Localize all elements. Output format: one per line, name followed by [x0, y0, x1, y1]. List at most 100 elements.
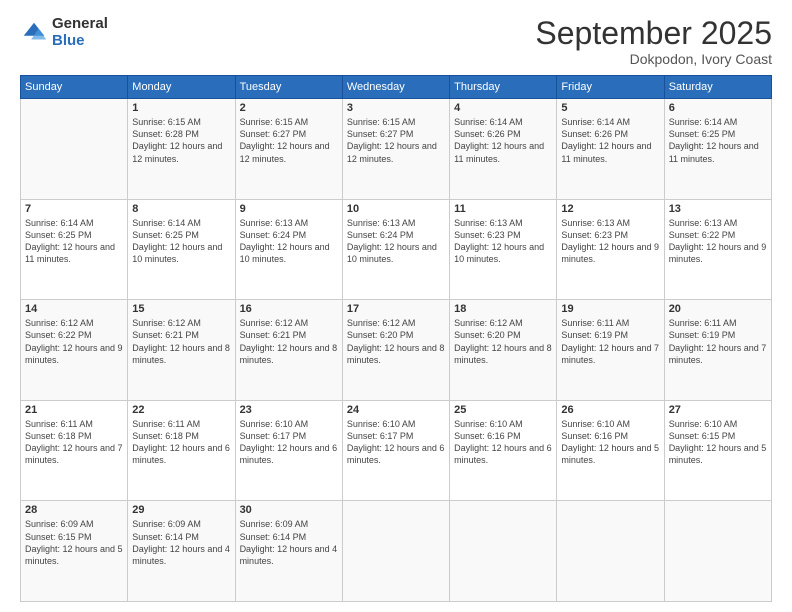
day-number: 17: [347, 303, 445, 315]
cell-info: Sunrise: 6:14 AM Sunset: 6:26 PM Dayligh…: [454, 116, 552, 165]
location: Dokpodon, Ivory Coast: [535, 51, 772, 67]
table-row: [557, 501, 664, 602]
week-row-1: 1Sunrise: 6:15 AM Sunset: 6:28 PM Daylig…: [21, 99, 772, 200]
cell-info: Sunrise: 6:13 AM Sunset: 6:24 PM Dayligh…: [347, 217, 445, 266]
cell-info: Sunrise: 6:10 AM Sunset: 6:15 PM Dayligh…: [669, 418, 767, 467]
logo-general-text: General: [52, 16, 108, 33]
cell-info: Sunrise: 6:12 AM Sunset: 6:20 PM Dayligh…: [454, 317, 552, 366]
cell-info: Sunrise: 6:10 AM Sunset: 6:17 PM Dayligh…: [347, 418, 445, 467]
day-number: 13: [669, 203, 767, 215]
week-row-2: 7 Sunrise: 6:14 AM Sunset: 6:25 PM Daylig…: [21, 199, 772, 300]
table-row: 23Sunrise: 6:10 AM Sunset: 6:17 PM Dayli…: [235, 400, 342, 501]
day-number: 9: [240, 203, 338, 215]
cell-info: Sunrise: 6:13 AM Sunset: 6:23 PM Dayligh…: [561, 217, 659, 266]
table-row: [342, 501, 449, 602]
table-row: 9Sunrise: 6:13 AM Sunset: 6:24 PM Daylig…: [235, 199, 342, 300]
header-thursday: Thursday: [450, 76, 557, 99]
logo-icon: [20, 19, 48, 47]
cell-info: Sunrise: 6:11 AM Sunset: 6:18 PM Dayligh…: [132, 418, 230, 467]
day-number: 26: [561, 404, 659, 416]
table-row: 5Sunrise: 6:14 AM Sunset: 6:26 PM Daylig…: [557, 99, 664, 200]
cell-info: Sunrise: 6:13 AM Sunset: 6:23 PM Dayligh…: [454, 217, 552, 266]
day-number: 15: [132, 303, 230, 315]
day-number: 22: [132, 404, 230, 416]
table-row: [450, 501, 557, 602]
day-number: 7: [25, 203, 123, 215]
table-row: [21, 99, 128, 200]
header-wednesday: Wednesday: [342, 76, 449, 99]
table-row: 22 Sunrise: 6:11 AM Sunset: 6:18 PM Dayli…: [128, 400, 235, 501]
table-row: 7Sunrise: 6:14 AM Sunset: 6:25 PM Daylig…: [21, 199, 128, 300]
table-row: 26 Sunrise: 6:10 AM Sunset: 6:16 PM Dayli…: [557, 400, 664, 501]
cell-info: Sunrise: 6:09 AM Sunset: 6:15 PM Dayligh…: [25, 518, 123, 567]
day-number: 4: [454, 102, 552, 114]
table-row: 6 Sunrise: 6:14 AM Sunset: 6:25 PM Daylig…: [664, 99, 771, 200]
day-number: 10: [347, 203, 445, 215]
cell-info: Sunrise: 6:14 AM Sunset: 6:25 PM Dayligh…: [669, 116, 767, 165]
cell-info: Sunrise: 6:12 AM Sunset: 6:20 PM Dayligh…: [347, 317, 445, 366]
header-tuesday: Tuesday: [235, 76, 342, 99]
page: General Blue September 2025 Dokpodon, Iv…: [0, 0, 792, 612]
week-row-3: 14 Sunrise: 6:12 AM Sunset: 6:22 PM Dayli…: [21, 300, 772, 401]
calendar-table: Sunday Monday Tuesday Wednesday Thursday…: [20, 75, 772, 602]
cell-info: Sunrise: 6:12 AM Sunset: 6:21 PM Dayligh…: [240, 317, 338, 366]
table-row: 21Sunrise: 6:11 AM Sunset: 6:18 PM Dayli…: [21, 400, 128, 501]
day-number: 14: [25, 303, 123, 315]
day-number: 6: [669, 102, 767, 114]
day-number: 20: [669, 303, 767, 315]
day-number: 3: [347, 102, 445, 114]
weekday-header-row: Sunday Monday Tuesday Wednesday Thursday…: [21, 76, 772, 99]
header-saturday: Saturday: [664, 76, 771, 99]
cell-info: Sunrise: 6:10 AM Sunset: 6:17 PM Dayligh…: [240, 418, 338, 467]
cell-info: Sunrise: 6:12 AM Sunset: 6:22 PM Dayligh…: [25, 317, 123, 366]
day-number: 11: [454, 203, 552, 215]
table-row: 16 Sunrise: 6:12 AM Sunset: 6:21 PM Dayli…: [235, 300, 342, 401]
cell-info: Sunrise: 6:15 AM Sunset: 6:28 PM Dayligh…: [132, 116, 230, 165]
table-row: 18 Sunrise: 6:12 AM Sunset: 6:20 PM Dayli…: [450, 300, 557, 401]
table-row: 8 Sunrise: 6:14 AM Sunset: 6:25 PM Daylig…: [128, 199, 235, 300]
day-number: 2: [240, 102, 338, 114]
cell-info: Sunrise: 6:15 AM Sunset: 6:27 PM Dayligh…: [240, 116, 338, 165]
cell-info: Sunrise: 6:09 AM Sunset: 6:14 PM Dayligh…: [240, 518, 338, 567]
table-row: 12 Sunrise: 6:13 AM Sunset: 6:23 PM Dayli…: [557, 199, 664, 300]
day-number: 12: [561, 203, 659, 215]
day-number: 28: [25, 504, 123, 516]
header: General Blue September 2025 Dokpodon, Iv…: [20, 16, 772, 67]
table-row: 15 Sunrise: 6:12 AM Sunset: 6:21 PM Dayli…: [128, 300, 235, 401]
day-number: 8: [132, 203, 230, 215]
table-row: 27 Sunrise: 6:10 AM Sunset: 6:15 PM Dayli…: [664, 400, 771, 501]
header-sunday: Sunday: [21, 76, 128, 99]
day-number: 18: [454, 303, 552, 315]
cell-info: Sunrise: 6:15 AM Sunset: 6:27 PM Dayligh…: [347, 116, 445, 165]
header-monday: Monday: [128, 76, 235, 99]
cell-info: Sunrise: 6:10 AM Sunset: 6:16 PM Dayligh…: [454, 418, 552, 467]
title-block: September 2025 Dokpodon, Ivory Coast: [535, 16, 772, 67]
cell-info: Sunrise: 6:09 AM Sunset: 6:14 PM Dayligh…: [132, 518, 230, 567]
table-row: 29Sunrise: 6:09 AM Sunset: 6:14 PM Dayli…: [128, 501, 235, 602]
cell-info: Sunrise: 6:12 AM Sunset: 6:21 PM Dayligh…: [132, 317, 230, 366]
table-row: 11 Sunrise: 6:13 AM Sunset: 6:23 PM Dayli…: [450, 199, 557, 300]
cell-info: Sunrise: 6:10 AM Sunset: 6:16 PM Dayligh…: [561, 418, 659, 467]
table-row: [664, 501, 771, 602]
table-row: 1Sunrise: 6:15 AM Sunset: 6:28 PM Daylig…: [128, 99, 235, 200]
table-row: 24 Sunrise: 6:10 AM Sunset: 6:17 PM Dayli…: [342, 400, 449, 501]
table-row: 30Sunrise: 6:09 AM Sunset: 6:14 PM Dayli…: [235, 501, 342, 602]
table-row: 3 Sunrise: 6:15 AM Sunset: 6:27 PM Daylig…: [342, 99, 449, 200]
table-row: 14 Sunrise: 6:12 AM Sunset: 6:22 PM Dayli…: [21, 300, 128, 401]
logo: General Blue: [20, 16, 108, 49]
table-row: 13 Sunrise: 6:13 AM Sunset: 6:22 PM Dayli…: [664, 199, 771, 300]
month-title: September 2025: [535, 16, 772, 51]
table-row: 10 Sunrise: 6:13 AM Sunset: 6:24 PM Dayli…: [342, 199, 449, 300]
week-row-4: 21Sunrise: 6:11 AM Sunset: 6:18 PM Dayli…: [21, 400, 772, 501]
cell-info: Sunrise: 6:11 AM Sunset: 6:19 PM Dayligh…: [669, 317, 767, 366]
day-number: 27: [669, 404, 767, 416]
cell-info: Sunrise: 6:13 AM Sunset: 6:22 PM Dayligh…: [669, 217, 767, 266]
day-number: 5: [561, 102, 659, 114]
day-number: 24: [347, 404, 445, 416]
cell-info: Sunrise: 6:14 AM Sunset: 6:25 PM Dayligh…: [132, 217, 230, 266]
day-number: 16: [240, 303, 338, 315]
cell-info: Sunrise: 6:11 AM Sunset: 6:18 PM Dayligh…: [25, 418, 123, 467]
day-number: 25: [454, 404, 552, 416]
week-row-5: 28 Sunrise: 6:09 AM Sunset: 6:15 PM Dayli…: [21, 501, 772, 602]
logo-blue-text: Blue: [52, 33, 108, 50]
